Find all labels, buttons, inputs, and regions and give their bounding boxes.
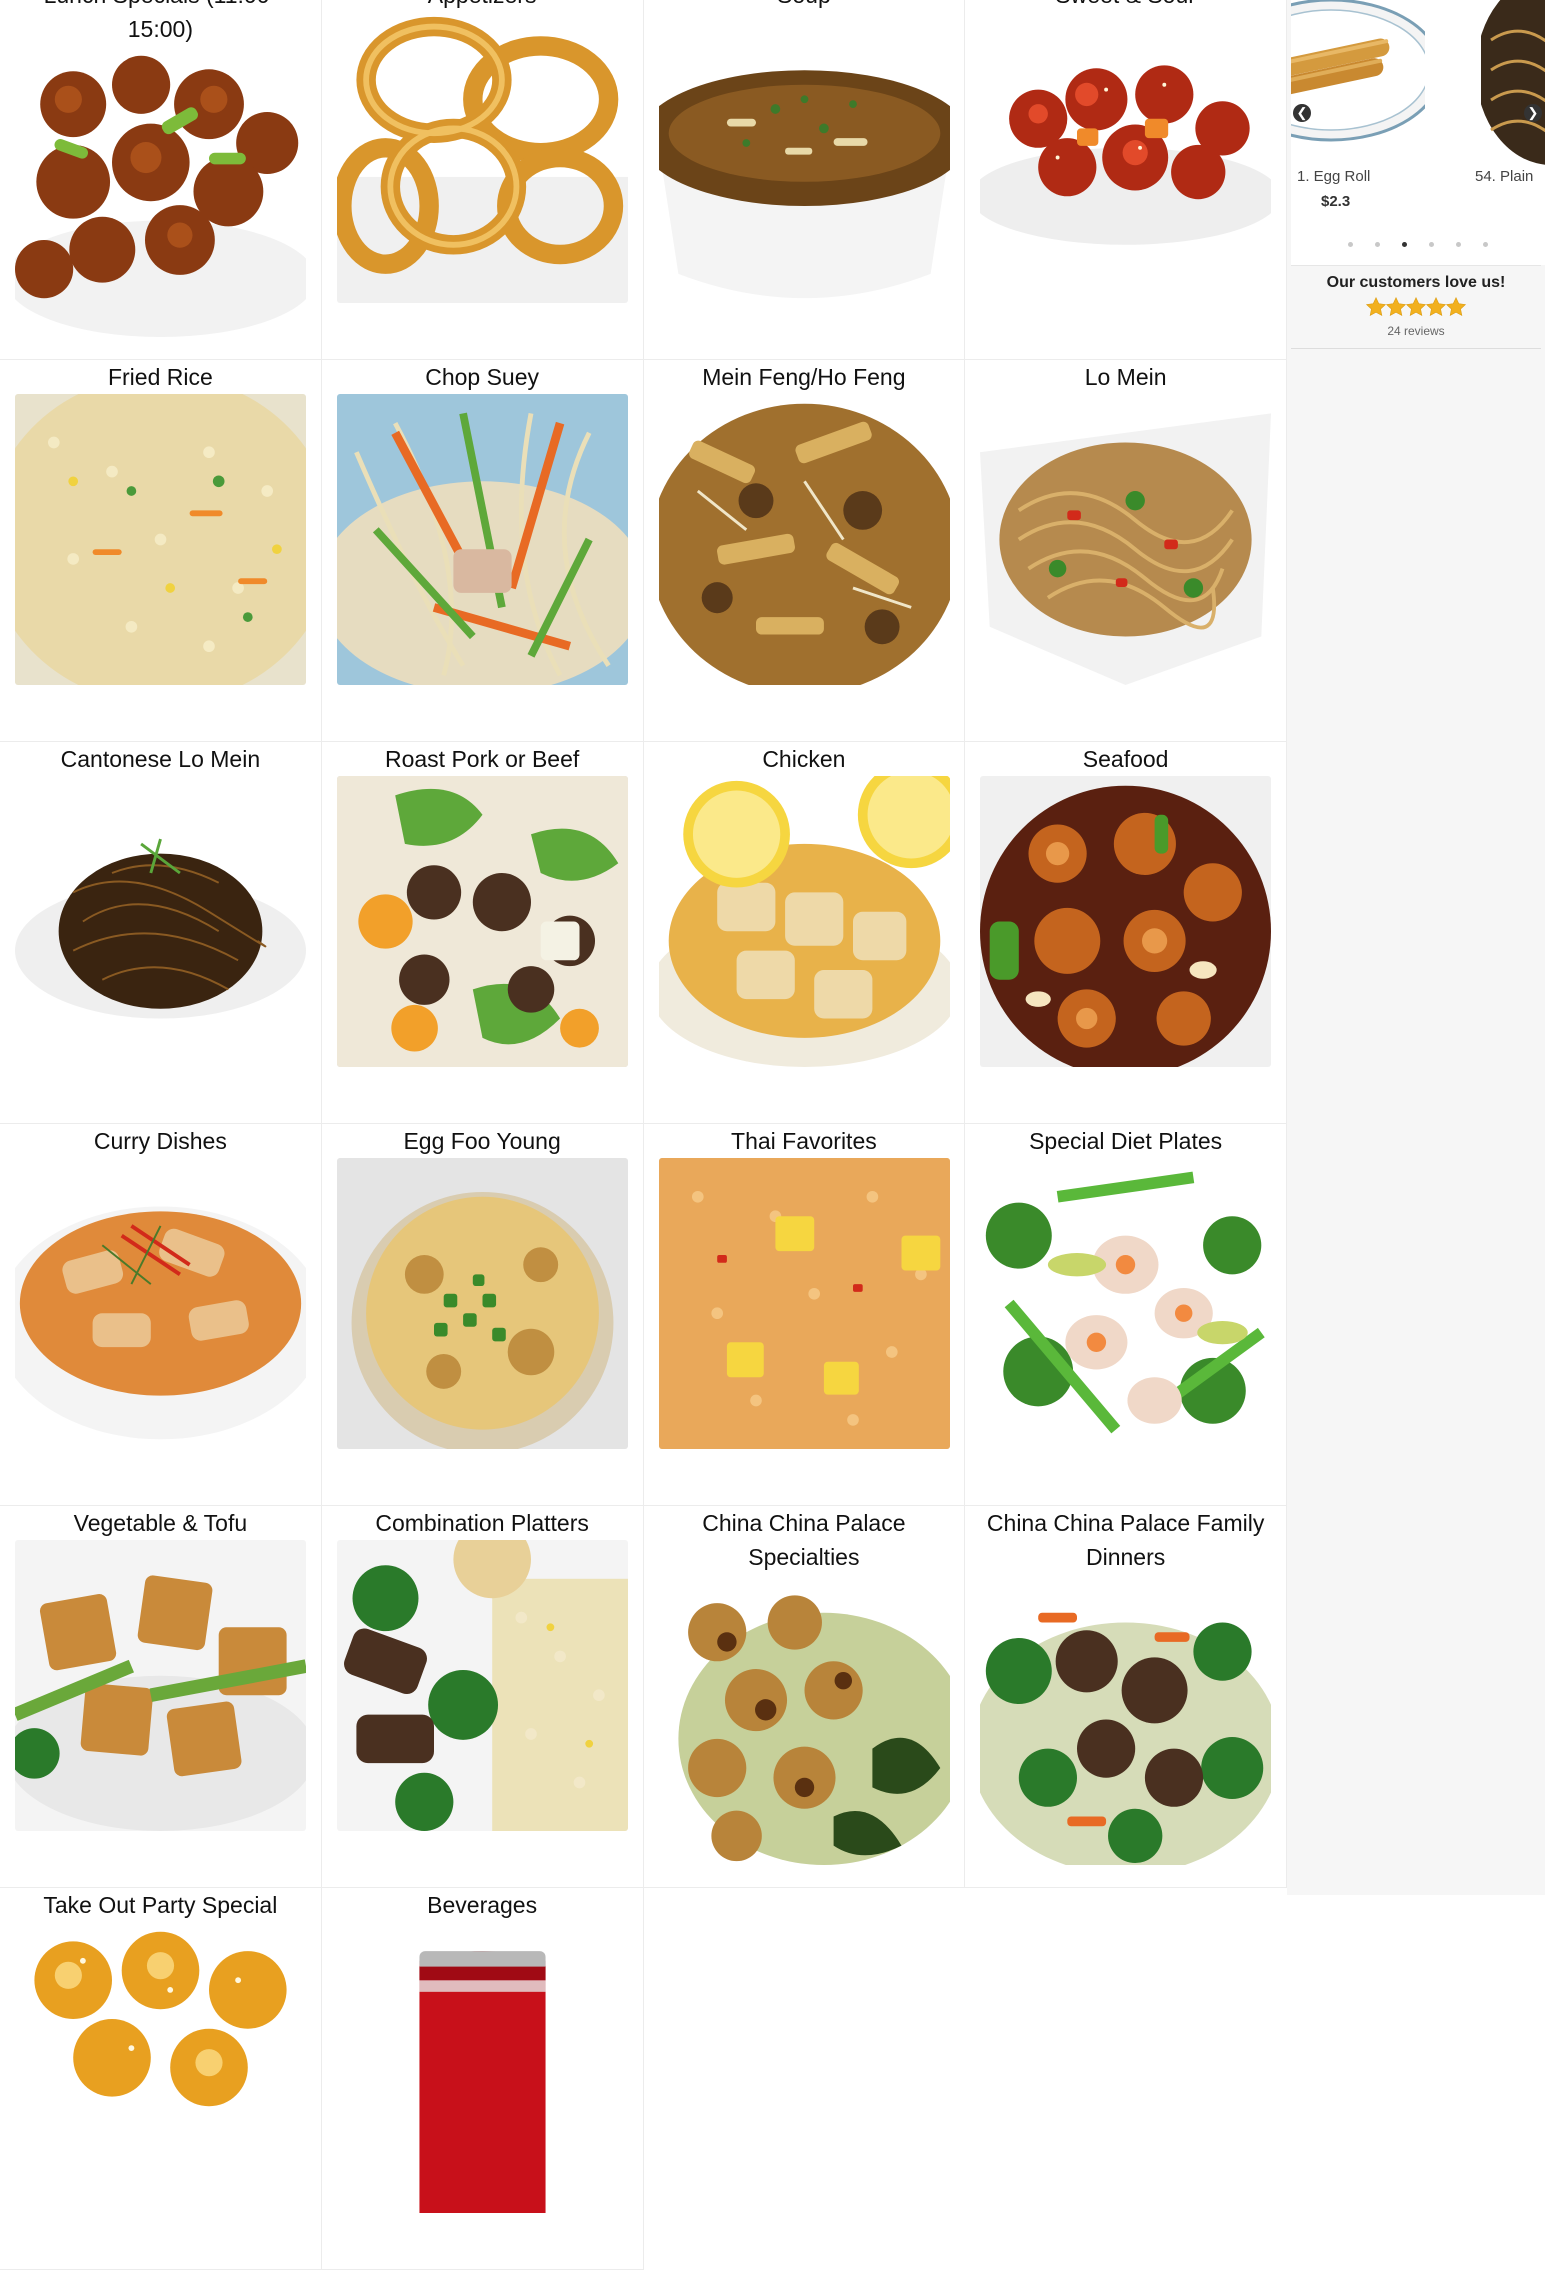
category-image[interactable] [980,394,1272,685]
category-image[interactable] [15,776,306,1067]
star-icon [1445,297,1467,317]
category-title[interactable]: Vegetable & Tofu [15,1506,306,1540]
category-image[interactable] [658,12,950,303]
star-icon [1425,297,1447,317]
carousel-dot[interactable] [1348,242,1353,248]
category-image[interactable] [15,1922,306,2213]
category-card[interactable]: Mein Feng/Ho Feng [643,360,966,742]
category-image[interactable] [336,394,628,685]
category-card[interactable]: Curry Dishes [0,1124,322,1506]
category-image[interactable] [336,1922,628,2213]
category-image[interactable] [658,394,950,685]
category-card[interactable]: China China Palace Family Dinners [965,1506,1287,1888]
reviews-count[interactable]: 24 reviews [1291,324,1541,338]
category-card[interactable]: Vegetable & Tofu [0,1506,322,1888]
category-title[interactable]: Sweet & Sour [980,0,1271,12]
category-card[interactable]: Seafood [965,742,1287,1124]
carousel-dot[interactable] [1429,242,1434,248]
carousel-dot[interactable] [1402,242,1407,248]
category-card[interactable]: Appetizers [321,0,644,360]
category-title[interactable]: Cantonese Lo Mein [15,742,306,776]
category-card[interactable]: Special Diet Plates [965,1124,1287,1506]
category-image[interactable] [15,1540,306,1831]
category-title[interactable]: Chicken [659,742,950,776]
category-card[interactable]: Cantonese Lo Mein [0,742,322,1124]
category-card[interactable]: Egg Foo Young [321,1124,644,1506]
category-image[interactable] [336,1540,628,1831]
category-title[interactable]: Beverages [337,1888,628,1922]
category-image[interactable] [658,1574,950,1865]
category-card[interactable]: Beverages [321,1888,644,2270]
category-title[interactable]: Mein Feng/Ho Feng [659,360,950,394]
category-card[interactable]: Lo Mein [965,360,1287,742]
category-card[interactable]: Chicken [643,742,966,1124]
category-card[interactable]: Soup [643,0,966,360]
carousel-item-image[interactable] [1481,0,1545,166]
category-image[interactable] [658,1158,950,1449]
category-image[interactable] [980,1158,1272,1449]
category-title[interactable]: Combination Platters [337,1506,628,1540]
category-image[interactable] [15,1158,306,1449]
carousel-item-name[interactable]: 1. Egg Roll [1297,168,1370,185]
category-image[interactable] [336,776,628,1067]
category-title[interactable]: Fried Rice [15,360,306,394]
star-icon [1365,297,1387,317]
carousel-item-image[interactable] [1291,0,1425,166]
carousel-dot[interactable] [1483,242,1488,248]
category-card[interactable]: Roast Pork or Beef [321,742,644,1124]
reviews-title: Our customers love us! [1326,274,1506,291]
customer-reviews[interactable]: Our customers love us! 24 reviews [1291,265,1541,349]
category-title[interactable]: Soup [659,0,950,12]
category-title[interactable]: China China Palace Family Dinners [980,1506,1271,1574]
category-image[interactable] [658,776,950,1067]
category-title[interactable]: Appetizers [337,0,628,12]
popular-items-carousel: ❮ ❯ 1. Egg Roll $2.3 54. Plain [1291,0,1545,265]
category-card[interactable]: Lunch Specials (11:00-15:00) [0,0,322,360]
category-title[interactable]: Special Diet Plates [980,1124,1271,1158]
carousel-item-name[interactable]: 54. Plain [1475,168,1533,185]
category-card[interactable]: Thai Favorites [643,1124,966,1506]
category-image[interactable] [336,12,628,303]
category-title[interactable]: Lo Mein [980,360,1271,394]
category-title[interactable]: Seafood [980,742,1271,776]
category-image[interactable] [15,46,306,337]
category-title[interactable]: Roast Pork or Beef [337,742,628,776]
carousel-item-price: $2.3 [1321,193,1351,210]
category-title[interactable]: Curry Dishes [15,1124,306,1158]
star-rating [1291,296,1541,324]
chevron-right-icon[interactable]: ❯ [1524,104,1542,122]
category-card[interactable]: Take Out Party Special [0,1888,322,2270]
category-title[interactable]: Take Out Party Special [15,1888,306,1922]
category-title[interactable]: China China Palace Specialties [659,1506,950,1574]
category-card[interactable]: Chop Suey [321,360,644,742]
category-card[interactable]: Sweet & Sour [965,0,1287,360]
menu-category-grid: Lunch Specials (11:00-15:00) Appetizers … [0,0,1287,2270]
category-image[interactable] [336,1158,628,1449]
star-icon [1405,297,1427,317]
category-title[interactable]: Egg Foo Young [337,1124,628,1158]
star-icon [1385,297,1407,317]
category-title[interactable]: Lunch Specials (11:00-15:00) [15,0,306,46]
category-card[interactable]: Fried Rice [0,360,322,742]
category-image[interactable] [15,394,306,685]
carousel-pagination [1291,236,1545,254]
category-title[interactable]: Chop Suey [337,360,628,394]
chevron-left-icon[interactable]: ❮ [1293,104,1311,122]
category-image[interactable] [980,776,1272,1067]
category-card[interactable]: Combination Platters [321,1506,644,1888]
sidebar: ❮ ❯ 1. Egg Roll $2.3 54. Plain Our custo… [1287,0,1545,1895]
carousel-dot[interactable] [1375,242,1380,248]
category-image[interactable] [980,1574,1272,1865]
carousel-dot[interactable] [1456,242,1461,248]
category-card[interactable]: China China Palace Specialties [643,1506,966,1888]
category-title[interactable]: Thai Favorites [659,1124,950,1158]
category-image[interactable] [980,12,1272,303]
